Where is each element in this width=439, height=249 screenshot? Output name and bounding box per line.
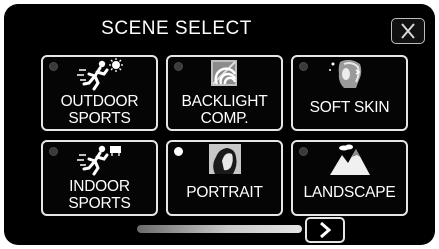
scene-label: LANDSCAPE	[303, 184, 396, 201]
portrait-icon	[209, 144, 241, 174]
scene-landscape-button[interactable]: LANDSCAPE	[291, 140, 408, 216]
selection-indicator	[174, 147, 183, 156]
close-button[interactable]	[391, 18, 425, 44]
scene-soft-skin-button[interactable]: SOFT SKIN	[291, 55, 408, 131]
scene-label: BACKLIGHT COMP.	[181, 93, 268, 127]
selection-indicator	[299, 62, 308, 71]
selection-indicator	[49, 147, 58, 156]
scene-label: PORTRAIT	[186, 184, 263, 201]
selection-indicator	[49, 62, 58, 71]
page-title: SCENE SELECT	[101, 18, 252, 39]
outdoor-sports-icon	[77, 58, 123, 91]
chevron-right-icon	[320, 221, 332, 239]
soft-skin-icon	[329, 59, 362, 88]
scene-label: INDOOR SPORTS	[68, 178, 131, 212]
landscape-icon	[330, 144, 370, 175]
backlight-comp-icon	[211, 60, 237, 86]
close-icon	[401, 23, 415, 39]
scene-label: SOFT SKIN	[309, 99, 390, 116]
selection-indicator	[174, 62, 183, 71]
scene-outdoor-sports-button[interactable]: OUTDOOR SPORTS	[41, 55, 158, 131]
scene-select-screen: SCENE SELECT OUTDOOR SPORTS BACKLIGHT CO…	[4, 4, 435, 245]
page-scrollbar[interactable]	[137, 225, 302, 233]
indoor-sports-icon	[77, 145, 121, 176]
scene-portrait-button[interactable]: PORTRAIT	[166, 140, 283, 216]
scene-indoor-sports-button[interactable]: INDOOR SPORTS	[41, 140, 158, 216]
selection-indicator	[299, 147, 308, 156]
next-page-button[interactable]	[305, 217, 345, 243]
scene-label: OUTDOOR SPORTS	[60, 93, 139, 127]
scene-backlight-comp-button[interactable]: BACKLIGHT COMP.	[166, 55, 283, 131]
